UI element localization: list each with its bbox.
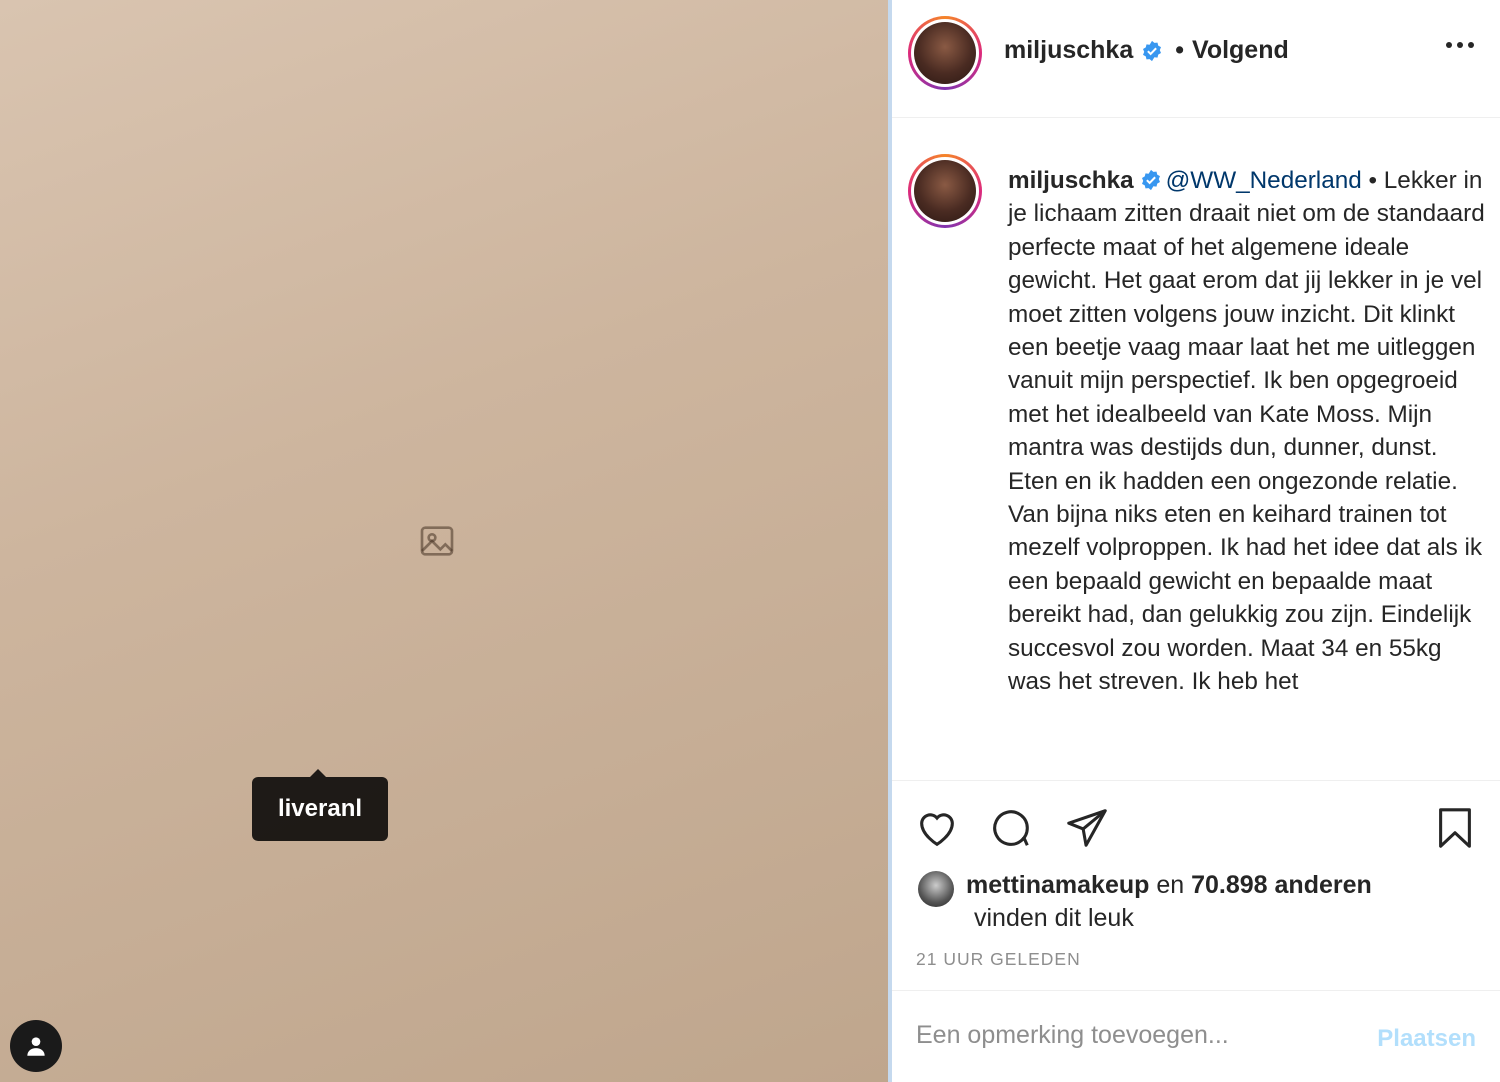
likes-count[interactable]: 70.898 anderen [1191, 871, 1372, 899]
caption-separator: • [1368, 167, 1378, 194]
caption-avatar[interactable] [908, 154, 982, 228]
post-comment-button[interactable]: Plaatsen [1377, 1025, 1476, 1053]
header-separator: • [1175, 36, 1184, 64]
caption-mention[interactable]: @WW_Nederland [1166, 167, 1362, 194]
user-tag-label[interactable]: liveranl [252, 769, 388, 841]
post-timestamp[interactable]: 21 UUR GELEDEN [916, 949, 1081, 970]
verified-icon [1143, 40, 1162, 61]
comment-icon[interactable] [988, 805, 1034, 851]
share-icon[interactable] [1064, 805, 1110, 851]
likes-summary: mettinamakeup en 70.898 anderen vinden d… [918, 869, 1372, 935]
like-icon[interactable] [914, 805, 960, 851]
save-icon[interactable] [1432, 805, 1478, 851]
post-sidebar: miljuschka • Volgend miljuschka @WW_Neder… [892, 0, 1500, 1082]
liker-username[interactable]: mettinamakeup [966, 871, 1149, 899]
post-photo[interactable]: liveranl [0, 0, 888, 1082]
comment-input[interactable] [916, 1021, 1356, 1050]
user-tag-icon[interactable] [10, 1020, 62, 1072]
caption: miljuschka @WW_Nederland • Lekker in je l… [1008, 164, 1486, 699]
comment-bar: Plaatsen [892, 990, 1500, 1082]
caption-username[interactable]: miljuschka [1008, 167, 1134, 194]
follow-button[interactable]: Volgend [1192, 36, 1289, 65]
likes-conjunction: en [1156, 871, 1185, 899]
caption-area: miljuschka @WW_Nederland • Lekker in je l… [892, 118, 1500, 780]
likes-suffix: vinden dit leuk [974, 904, 1134, 932]
post-actions: mettinamakeup en 70.898 anderen vinden d… [892, 780, 1500, 990]
header-username[interactable]: miljuschka [1004, 36, 1133, 65]
post-header: miljuschka • Volgend [892, 0, 1500, 118]
more-icon[interactable] [1446, 42, 1474, 48]
photo-placeholder [0, 0, 888, 1082]
avatar[interactable] [908, 16, 982, 90]
verified-icon [1141, 169, 1160, 191]
caption-body: Lekker in je lichaam zitten draait niet … [1008, 167, 1485, 696]
liker-avatar[interactable] [918, 871, 954, 907]
image-icon [420, 526, 454, 556]
